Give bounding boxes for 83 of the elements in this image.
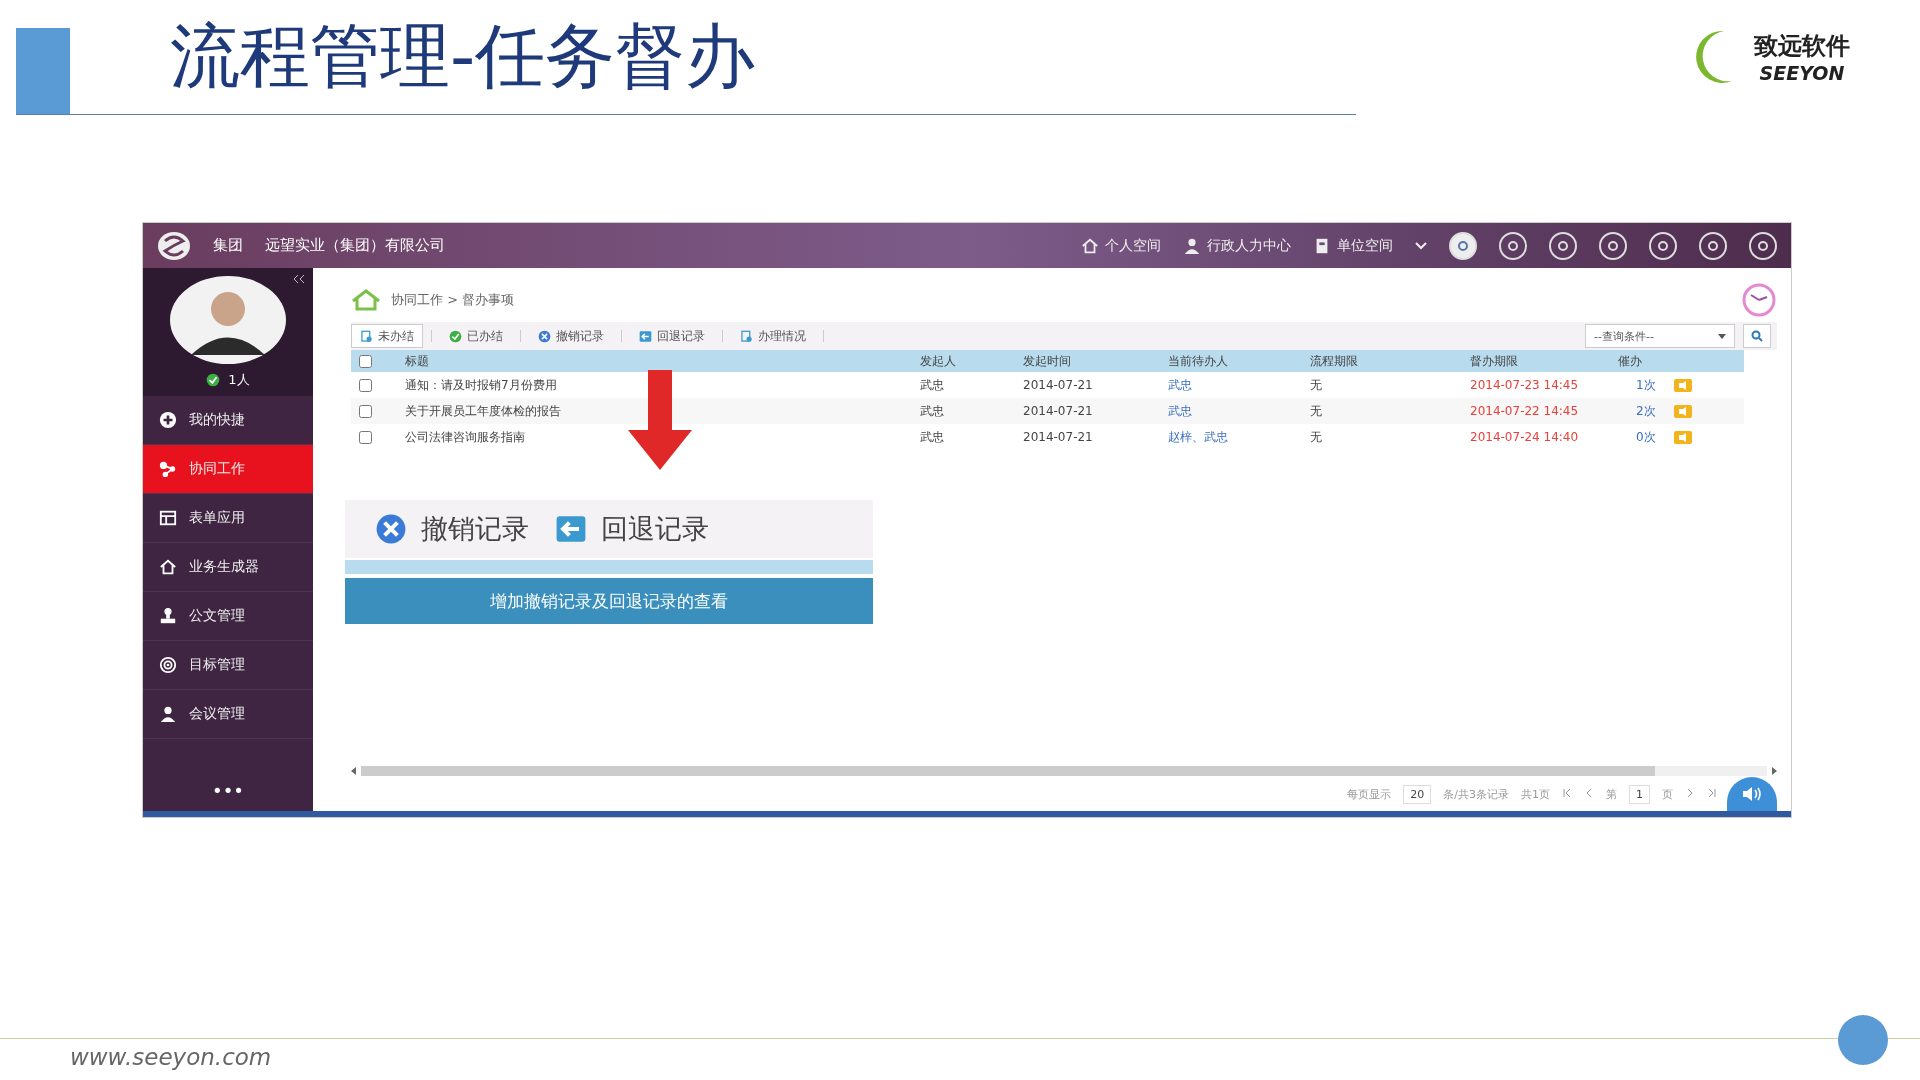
tab[interactable]: 未办结 [351, 324, 423, 348]
table-cell: 2014-07-21 [1019, 398, 1164, 424]
speaker-icon [1741, 786, 1763, 802]
nav-link[interactable]: 个人空间 [1081, 236, 1161, 255]
form-icon [159, 509, 177, 527]
document-icon [360, 329, 373, 343]
settings-button[interactable] [1749, 231, 1777, 260]
nav-link[interactable]: 单位空间 [1313, 236, 1393, 255]
cancel-icon [375, 513, 407, 545]
share-icon [159, 460, 177, 478]
scroll-right-icon[interactable] [1771, 767, 1777, 775]
zoomed-tab[interactable]: 回退记录 [555, 511, 709, 547]
column-header: 标题 [401, 350, 916, 372]
home-icon [159, 558, 177, 576]
dropdown-caret-icon [1718, 333, 1726, 339]
breadcrumb: 协同工作 > 督办事项 [391, 291, 515, 309]
row-checkbox[interactable] [359, 404, 372, 418]
company-name: 远望实业（集团）有限公司 [265, 236, 445, 255]
collapse-icon[interactable] [293, 274, 305, 284]
sidebar-item[interactable]: 业务生成器 [143, 543, 313, 592]
plus-icon [159, 411, 177, 429]
page-field[interactable]: 1 [1629, 784, 1650, 804]
column-header: 当前待办人 [1164, 350, 1306, 372]
row-checkbox[interactable] [359, 378, 372, 392]
nav-link[interactable]: 行政人力中心 [1183, 236, 1291, 255]
check-icon [449, 329, 462, 343]
grid-button[interactable] [1449, 231, 1477, 260]
horizontal-scrollbar[interactable] [361, 766, 1767, 776]
callout-caption: 增加撤销记录及回退记录的查看 [345, 578, 873, 624]
check-icon [206, 373, 221, 387]
reminder-count: 1次 [1636, 376, 1656, 394]
column-header: 催办 [1614, 350, 1744, 372]
person-icon [159, 705, 177, 723]
slide-title: 流程管理-任务督办 [170, 14, 757, 99]
logo-wordmark: SEEYON [1759, 62, 1845, 84]
table-cell: 无 [1306, 398, 1466, 424]
tab[interactable]: 已办结 [440, 324, 512, 348]
title-cell[interactable]: 关于开展员工年度体检的报告 [401, 398, 916, 424]
sidebar-item[interactable]: 表单应用 [143, 494, 313, 543]
sound-button[interactable] [1727, 777, 1777, 811]
assignee-cell: 武忠 [1164, 398, 1306, 424]
page-total: 共1页 [1521, 786, 1550, 802]
tab[interactable]: 回退记录 [630, 324, 714, 348]
select-all-checkbox[interactable] [359, 354, 372, 368]
per-page-field[interactable]: 20 [1403, 784, 1432, 804]
home-icon [1081, 236, 1099, 255]
sidebar-item[interactable]: 会议管理 [143, 690, 313, 739]
person-icon [1183, 236, 1201, 255]
back-arrow-icon [639, 329, 652, 343]
sidebar-item[interactable]: 公文管理 [143, 592, 313, 641]
scroll-left-icon[interactable] [351, 767, 357, 775]
record-summary: 条/共3条记录 [1443, 786, 1509, 802]
query-select[interactable]: --查询条件-- [1585, 324, 1735, 348]
tab[interactable]: 撤销记录 [529, 324, 613, 348]
page-label: 第 [1606, 786, 1617, 802]
row-checkbox[interactable] [359, 430, 372, 444]
group-label: 集团 [213, 236, 243, 255]
target-icon [159, 656, 177, 674]
sidebar-item[interactable]: 目标管理 [143, 641, 313, 690]
column-header: 发起时间 [1019, 350, 1164, 372]
per-page-label: 每页显示 [1347, 786, 1392, 802]
column-header: 发起人 [916, 350, 1019, 372]
more-icon[interactable]: ••• [143, 780, 313, 801]
corner-dot [1838, 1015, 1888, 1065]
sidebar-item[interactable]: 协同工作 [143, 445, 313, 494]
chevron-down-icon [1415, 241, 1427, 250]
stamp-icon [159, 607, 177, 625]
clock-icon[interactable] [1741, 282, 1777, 318]
cancel-icon [538, 329, 551, 343]
logo-name: 致远软件 [1754, 31, 1850, 62]
tab[interactable]: 办理情况 [731, 324, 815, 348]
column-header: 流程期限 [1306, 350, 1466, 372]
reminder-count: 0次 [1636, 428, 1656, 446]
logo-icon [157, 230, 191, 261]
zoomed-tab[interactable]: 撤销记录 [375, 511, 529, 547]
due-cell: 2014-07-22 14:45 [1466, 398, 1614, 424]
page-unit: 页 [1662, 786, 1673, 802]
online-count: 1人 [228, 371, 250, 389]
table-cell: 武忠 [916, 398, 1019, 424]
footer-url: www.seeyon.com [70, 1044, 272, 1070]
column-header: 督办期限 [1466, 350, 1614, 372]
document-icon [740, 329, 753, 343]
reminder-count: 2次 [1636, 402, 1656, 420]
